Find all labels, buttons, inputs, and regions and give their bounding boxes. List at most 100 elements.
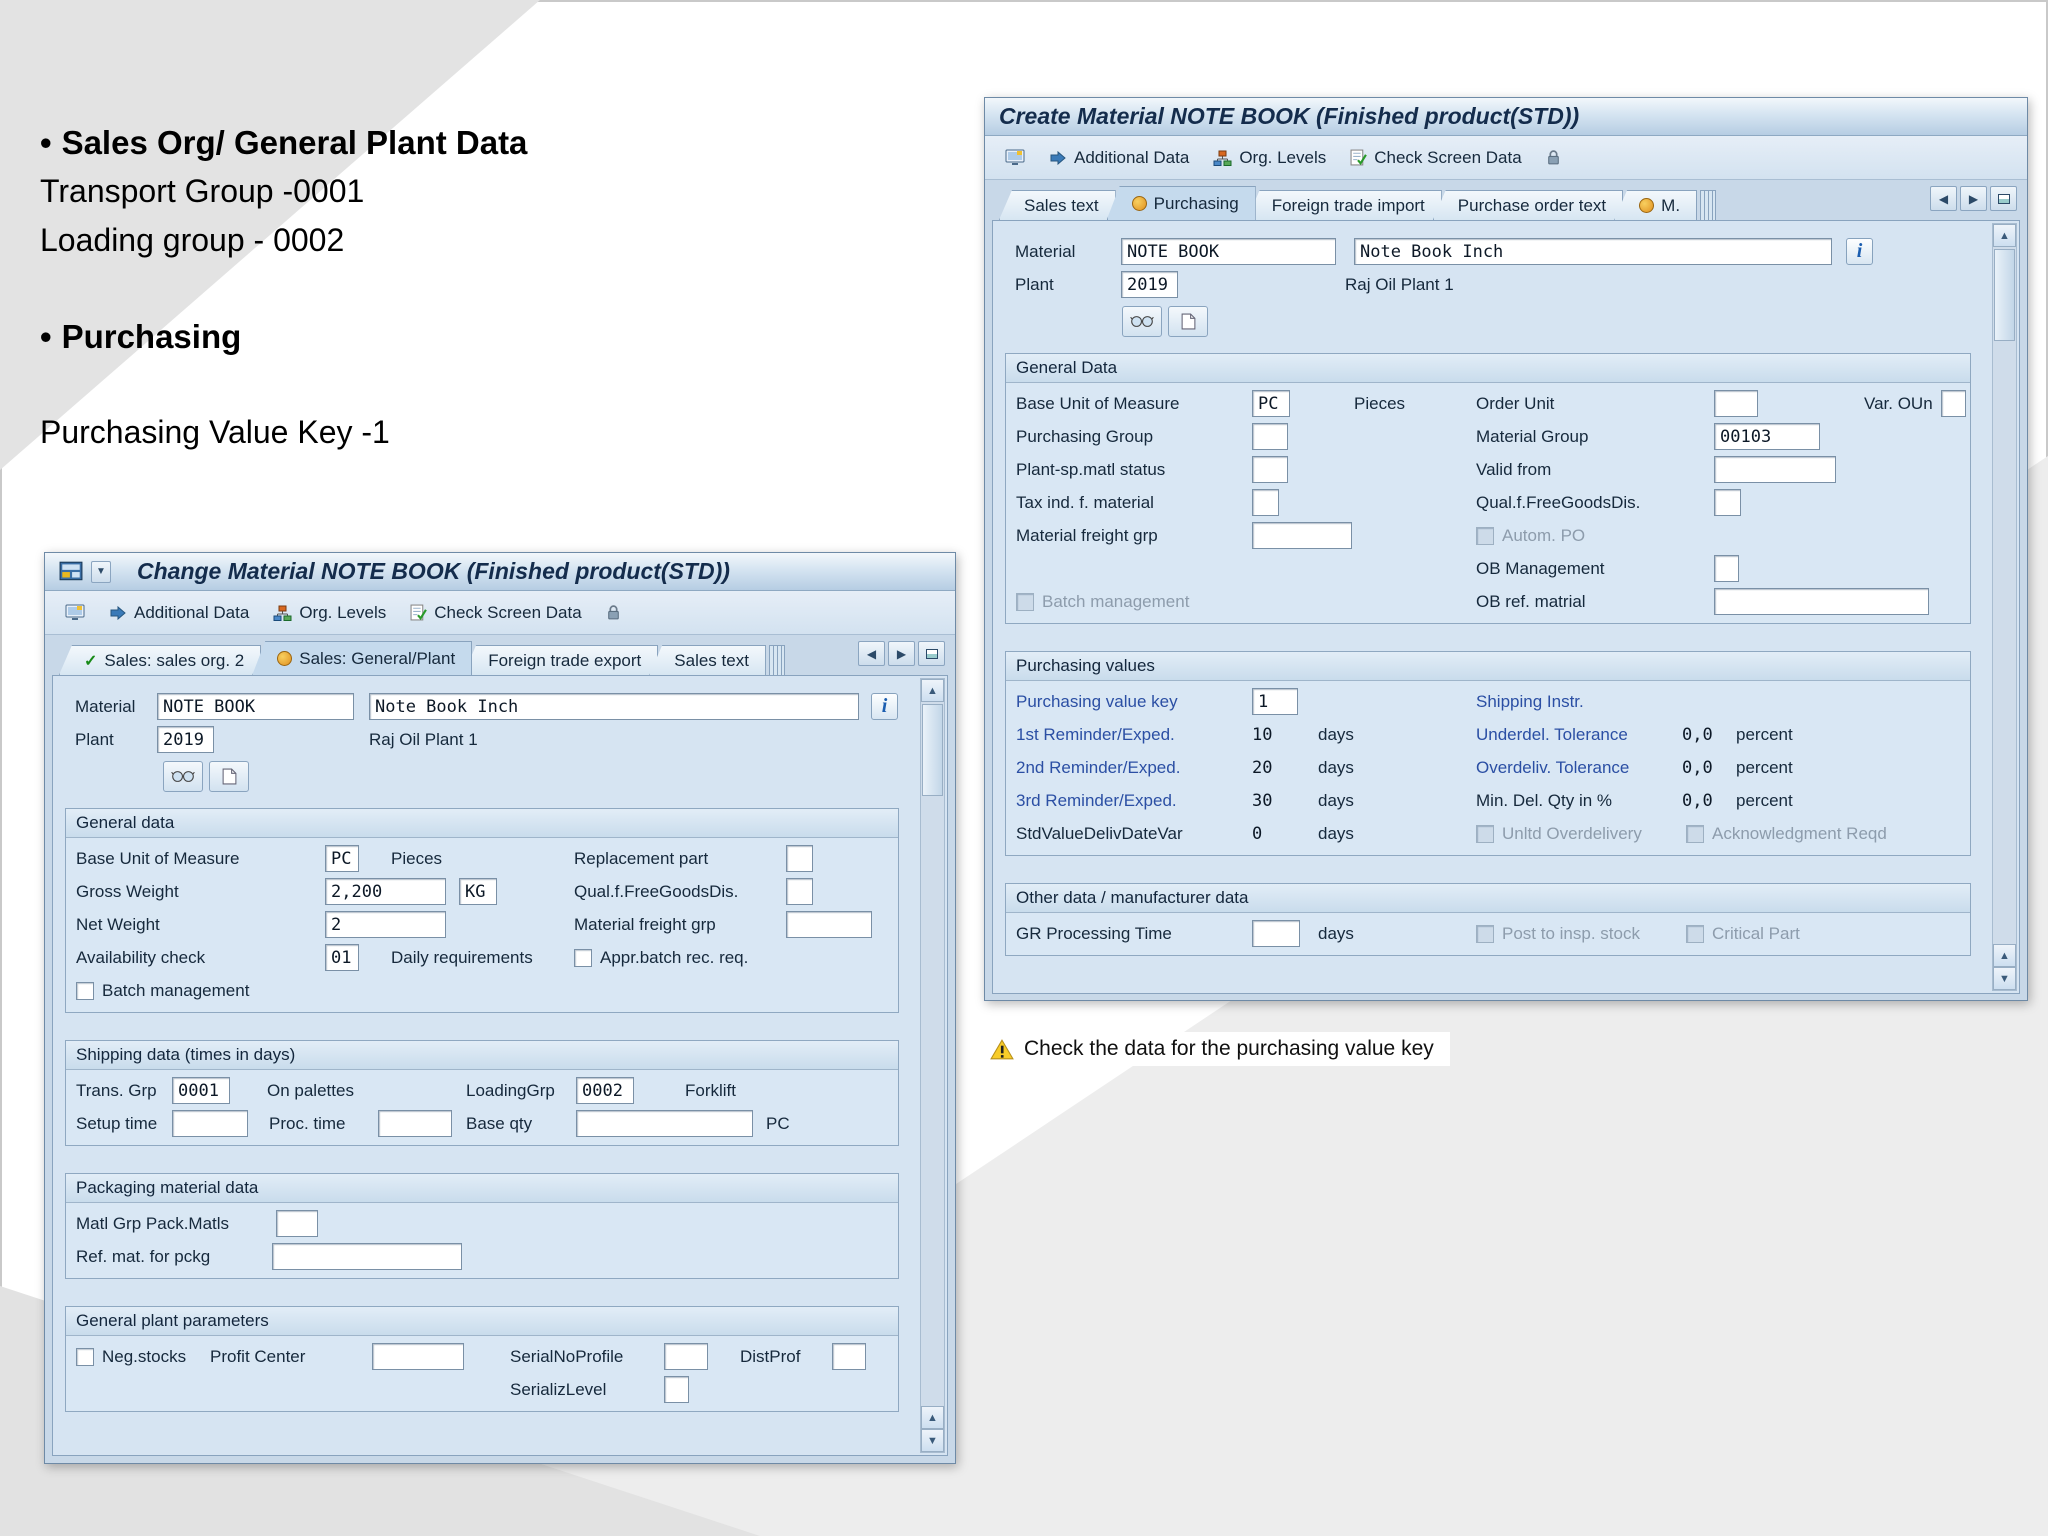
reminder2-label[interactable]: 2nd Reminder/Exped. [1016, 758, 1252, 778]
reminder3-label[interactable]: 3rd Reminder/Exped. [1016, 791, 1252, 811]
tab-sales-text[interactable]: Sales text [999, 190, 1116, 220]
purchasing-value-key-label[interactable]: Purchasing value key [1016, 692, 1252, 712]
scroll-page-up-button[interactable]: ▲ [1993, 944, 2016, 967]
display-views-button[interactable] [163, 760, 203, 792]
scroll-up-button[interactable]: ▲ [921, 679, 944, 702]
serializ-level-input[interactable] [664, 1376, 689, 1403]
net-weight-input[interactable]: 2 [325, 911, 446, 938]
shipping-instr-label[interactable]: Shipping Instr. [1476, 692, 1584, 712]
tab-scroll-right-button[interactable]: ▶ [888, 641, 915, 666]
tab-overview-button[interactable] [1990, 186, 2017, 211]
setup-time-input[interactable] [172, 1110, 248, 1137]
plant-status-input[interactable] [1252, 456, 1288, 483]
loading-grp-input[interactable]: 0002 [576, 1077, 634, 1104]
scroll-thumb[interactable] [1994, 249, 2015, 341]
create-window-tabstrip: Sales text Purchasing Foreign trade impo… [985, 180, 2027, 220]
gr-processing-input[interactable] [1252, 920, 1300, 947]
tab-foreign-trade-export[interactable]: Foreign trade export [463, 645, 659, 675]
neg-stocks-checkbox[interactable] [76, 1347, 94, 1366]
tab-sales-text[interactable]: Sales text [649, 645, 766, 675]
qual-free-input[interactable] [1714, 489, 1741, 516]
check-screen-data-button[interactable]: Check Screen Data [400, 597, 591, 629]
underdel-value: 0,0 [1682, 724, 1713, 745]
base-unit-input[interactable]: PC [325, 845, 359, 872]
material-input[interactable]: NOTE BOOK [1121, 238, 1336, 265]
autom-po-label: Autom. PO [1502, 525, 1586, 545]
lock-button[interactable] [1536, 142, 1571, 174]
overdel-label[interactable]: Overdeliv. Tolerance [1476, 758, 1682, 778]
proc-time-input[interactable] [378, 1110, 452, 1137]
matl-grp-pack-input[interactable] [276, 1210, 318, 1237]
new-view-button[interactable] [1168, 305, 1208, 337]
ob-management-row: OB Management [1006, 552, 1970, 585]
ob-ref-input[interactable] [1714, 588, 1929, 615]
reminder1-label[interactable]: 1st Reminder/Exped. [1016, 725, 1252, 745]
plant-input[interactable]: 2019 [1121, 271, 1178, 298]
var-oun-input[interactable] [1940, 390, 1966, 417]
scroll-down-button[interactable]: ▼ [921, 1429, 944, 1452]
weight-unit-input[interactable]: KG [459, 878, 497, 905]
dist-prof-input[interactable] [832, 1343, 866, 1370]
titlebar-menu-button[interactable]: ▼ [91, 560, 111, 583]
freight-group-input[interactable] [786, 911, 872, 938]
create-window-titlebar[interactable]: Create Material NOTE BOOK (Finished prod… [985, 98, 2027, 136]
scroll-page-up-button[interactable]: ▲ [921, 1406, 944, 1429]
valid-from-input[interactable] [1714, 456, 1836, 483]
purchasing-group-input[interactable] [1252, 423, 1288, 450]
additional-data-button[interactable]: Additional Data [99, 597, 259, 629]
lock-button[interactable] [596, 597, 631, 629]
tab-foreign-trade-import[interactable]: Foreign trade import [1246, 190, 1442, 220]
scroll-up-button[interactable]: ▲ [1993, 224, 2016, 247]
material-input[interactable]: NOTE BOOK [157, 693, 354, 720]
tab-scroll-left-button[interactable]: ◀ [858, 641, 885, 666]
org-levels-icon [273, 605, 292, 621]
tab-overview-button[interactable] [918, 641, 945, 666]
days-unit: days [1318, 923, 1354, 943]
serial-profile-input[interactable] [664, 1343, 708, 1370]
replacement-part-input[interactable] [786, 845, 813, 872]
tab-scroll-left-button[interactable]: ◀ [1930, 186, 1957, 211]
appr-batch-checkbox[interactable] [574, 948, 592, 967]
new-view-button[interactable] [209, 760, 249, 792]
change-window-titlebar[interactable]: ▼ Change Material NOTE BOOK (Finished pr… [45, 553, 955, 591]
tab-sales-sales-org-2[interactable]: ✓ Sales: sales org. 2 [59, 645, 262, 675]
scroll-thumb[interactable] [922, 704, 943, 796]
batch-management-checkbox[interactable] [76, 981, 94, 1000]
base-qty-input[interactable] [576, 1110, 753, 1137]
purchasing-value-key-input[interactable]: 1 [1252, 688, 1298, 715]
additional-data-button[interactable]: Additional Data [1039, 142, 1199, 174]
gross-weight-input[interactable]: 2,200 [325, 878, 446, 905]
tab-sales-general-plant[interactable]: Sales: General/Plant [252, 641, 473, 675]
tab-purchasing[interactable]: Purchasing [1106, 186, 1256, 220]
tab-purchase-order-text[interactable]: Purchase order text [1432, 190, 1624, 220]
material-description-input[interactable]: Note Book Inch [1354, 238, 1832, 265]
session-button[interactable] [55, 597, 95, 629]
ob-management-input[interactable] [1714, 555, 1739, 582]
shipping-data-group: Shipping data (times in days) Trans. Grp… [65, 1040, 899, 1146]
material-description-input[interactable]: Note Book Inch [369, 693, 859, 720]
org-levels-button[interactable]: Org. Levels [263, 597, 396, 629]
scroll-down-button[interactable]: ▼ [1993, 967, 2016, 990]
tax-ind-input[interactable] [1252, 489, 1279, 516]
plant-input[interactable]: 2019 [157, 726, 214, 753]
profit-center-input[interactable] [372, 1343, 464, 1370]
org-levels-button[interactable]: Org. Levels [1203, 142, 1336, 174]
tab-scroll-right-button[interactable]: ▶ [1960, 186, 1987, 211]
qual-free-input[interactable] [786, 878, 813, 905]
tab-mrp[interactable]: M. [1614, 190, 1698, 220]
base-unit-input[interactable]: PC [1252, 390, 1290, 417]
trans-grp-input[interactable]: 0001 [172, 1077, 230, 1104]
order-unit-input[interactable] [1714, 390, 1758, 417]
availability-check-input[interactable]: 01 [325, 944, 359, 971]
underdel-label[interactable]: Underdel. Tolerance [1476, 725, 1682, 745]
check-screen-data-button[interactable]: Check Screen Data [1340, 142, 1531, 174]
up-arrow-icon: ▲ [927, 1411, 938, 1424]
ref-mat-input[interactable] [272, 1243, 462, 1270]
display-views-button[interactable] [1122, 305, 1162, 337]
material-group-input[interactable]: 00103 [1714, 423, 1820, 450]
info-button[interactable]: i [871, 693, 898, 720]
freight-group-input[interactable] [1252, 522, 1352, 549]
session-button[interactable] [995, 142, 1035, 174]
info-button[interactable]: i [1846, 238, 1873, 265]
right-arrow-icon: ▶ [1968, 191, 1979, 206]
